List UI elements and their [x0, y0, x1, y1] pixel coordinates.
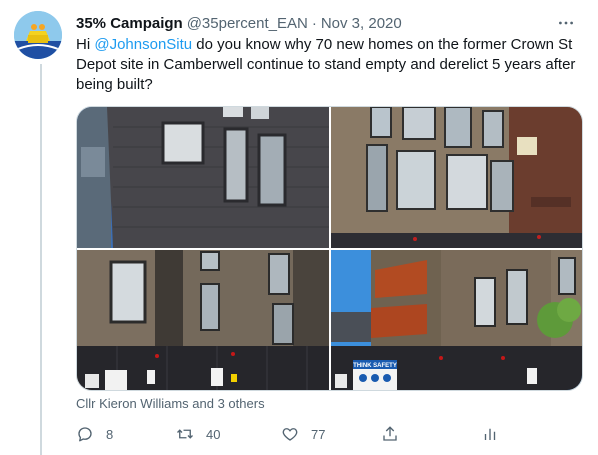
mention-link[interactable]: @JohnsonSitu [94, 36, 192, 53]
liked-by-text[interactable]: Cllr Kieron Williams and 3 others [76, 396, 265, 411]
analytics-icon [481, 425, 499, 443]
like-button[interactable]: 77 [281, 420, 325, 448]
more-icon[interactable] [556, 12, 576, 34]
reply-button[interactable]: 8 [76, 420, 113, 448]
avatar[interactable] [14, 11, 62, 59]
photo-3[interactable] [77, 250, 329, 390]
separator-dot: · [311, 14, 317, 32]
tweet-date[interactable]: Nov 3, 2020 [321, 15, 402, 32]
reply-count: 8 [106, 426, 114, 442]
tweet-text-greeting: Hi [76, 36, 95, 53]
photo-grid: THINK SAFETY [76, 106, 583, 391]
retweet-button[interactable]: 40 [176, 420, 220, 448]
share-button[interactable] [381, 420, 399, 448]
retweet-count: 40 [206, 426, 221, 442]
tweet-text: Hi @JohnsonSitu do you know why 70 new h… [76, 35, 582, 95]
analytics-button[interactable] [481, 420, 499, 448]
display-name[interactable]: 35% Campaign [76, 15, 183, 32]
photo-4[interactable]: THINK SAFETY [331, 250, 582, 390]
user-handle[interactable]: @35percent_EAN [187, 15, 308, 32]
photo-1[interactable] [77, 107, 329, 248]
tweet-header: 35% Campaign @35percent_EAN · Nov 3, 202… [76, 12, 586, 34]
like-count: 77 [311, 426, 326, 442]
like-icon [281, 425, 299, 443]
photo-2[interactable] [331, 107, 582, 248]
think-safety-sign: THINK SAFETY [353, 363, 397, 369]
share-icon [381, 425, 399, 443]
tweet-actions: 8 40 77 [76, 420, 506, 448]
retweet-icon [176, 425, 194, 443]
reply-icon [76, 425, 94, 443]
thread-line [40, 64, 42, 455]
